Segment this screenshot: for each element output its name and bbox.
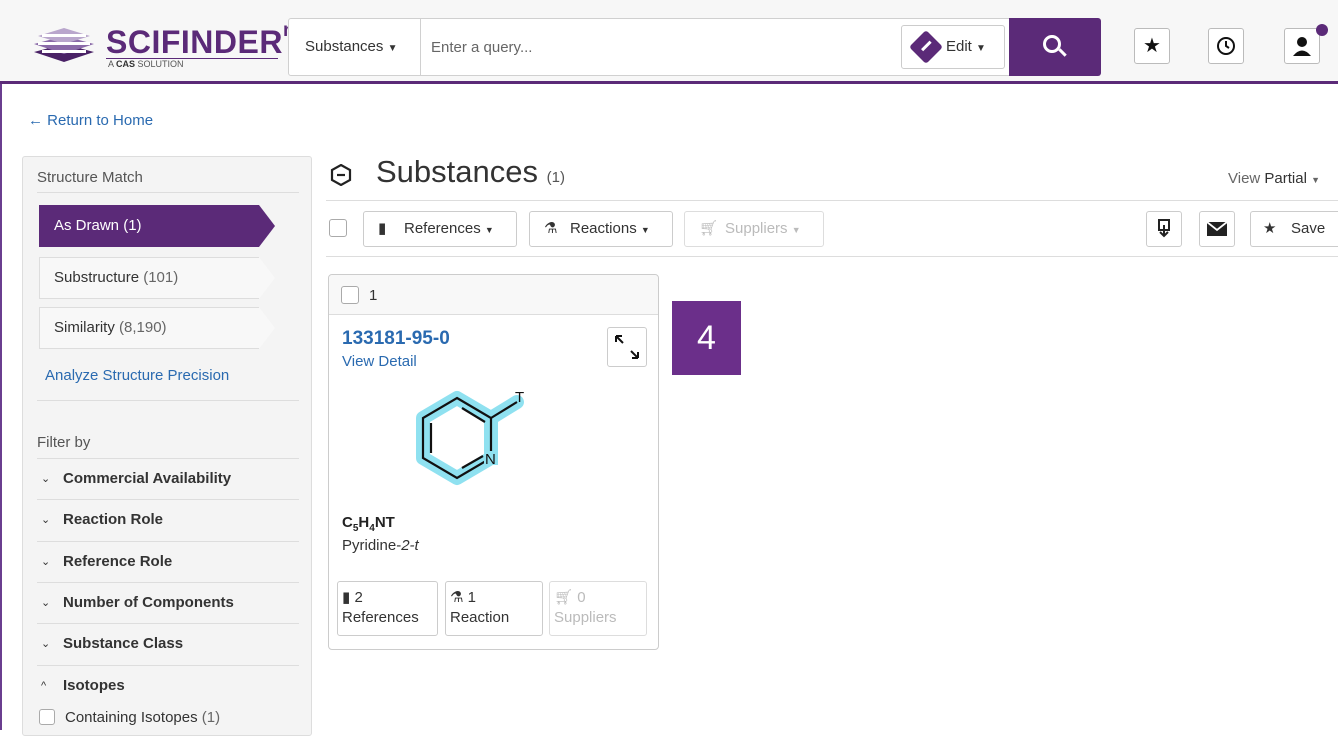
favorites-button[interactable]: ★ — [1134, 28, 1170, 64]
references-count-button[interactable]: ▮ 2 References — [337, 581, 438, 636]
download-icon — [1158, 219, 1170, 238]
chevron-down-icon: ⌄ — [41, 556, 51, 568]
notification-dot — [1316, 24, 1328, 36]
envelope-icon — [1206, 221, 1228, 236]
flask-icon: ⚗ — [544, 220, 558, 237]
logo-tagline: A CAS SOLUTION — [108, 59, 184, 69]
substance-select-checkbox[interactable] — [341, 286, 359, 304]
cart-icon: 🛒︎ — [554, 589, 574, 606]
expand-button[interactable] — [607, 327, 647, 367]
logo-wordmark: SCIFINDERn — [106, 20, 295, 60]
caret-down-icon: ▼ — [976, 43, 986, 54]
user-icon — [1293, 37, 1311, 56]
caret-down-icon: ▼ — [640, 225, 650, 235]
analyze-structure-precision-link[interactable]: Analyze Structure Precision — [45, 367, 229, 384]
filter-substance-class[interactable]: ⌄ Substance Class — [37, 623, 299, 664]
filter-reaction-role[interactable]: ⌄ Reaction Role — [37, 499, 299, 540]
download-button[interactable] — [1146, 211, 1182, 247]
result-number: 1 — [369, 287, 378, 304]
star-icon: ★ — [1143, 35, 1161, 57]
step-number-badge: 4 — [672, 301, 741, 375]
view-detail-link[interactable]: View Detail — [342, 353, 417, 370]
page-title: Substances (1) — [376, 154, 565, 189]
chevron-down-icon: ⌄ — [41, 638, 51, 650]
return-home-link[interactable]: ← Return to Home — [28, 112, 153, 129]
pencil-icon — [909, 30, 943, 64]
nitrogen-atom-label: N — [485, 451, 496, 468]
email-button[interactable] — [1199, 211, 1235, 247]
cart-icon: 🛒︎ — [699, 220, 719, 237]
reactions-button[interactable]: ⚗ Reactions ▼ — [529, 211, 673, 247]
chevron-down-icon: ⌄ — [41, 473, 51, 485]
filter-isotopes[interactable]: ^ Isotopes — [37, 665, 299, 706]
select-all-checkbox[interactable] — [329, 219, 347, 237]
caret-down-icon: ▼ — [791, 225, 801, 235]
edit-query-button[interactable]: Edit ▼ — [901, 25, 1005, 69]
view-selector[interactable]: View Partial ▼ — [1228, 170, 1320, 187]
card-header: 1 — [329, 275, 658, 315]
filter-number-of-components[interactable]: ⌄ Number of Components — [37, 582, 299, 623]
chevron-down-icon: ⌄ — [41, 597, 51, 609]
save-button[interactable]: ★ Save — [1250, 211, 1338, 247]
chevron-up-icon: ^ — [41, 680, 47, 692]
containing-isotopes-label[interactable]: Containing Isotopes (1) — [65, 709, 220, 726]
search-button[interactable] — [1009, 18, 1101, 76]
filter-sidebar: Structure Match As Drawn (1) Substructur… — [22, 156, 312, 736]
star-icon: ★ — [1263, 220, 1277, 237]
app-header: SCIFINDERn A CAS SOLUTION Substances ▼ E… — [0, 0, 1338, 84]
history-button[interactable] — [1208, 28, 1244, 64]
substance-card: 1 133181-95-0 View Detail N T C5H4NT Pyr… — [328, 274, 659, 650]
match-similarity[interactable]: Similarity (8,190) — [39, 307, 275, 349]
expand-icon — [615, 335, 639, 359]
scifinder-logo[interactable]: SCIFINDERn A CAS SOLUTION — [28, 20, 295, 72]
caret-down-icon: ▼ — [387, 43, 398, 54]
search-type-dropdown[interactable]: Substances ▼ — [289, 19, 421, 75]
suppliers-count-button[interactable]: 🛒︎ 0 Suppliers — [549, 581, 647, 636]
structure-match-title: Structure Match — [37, 169, 143, 186]
tritium-atom-label: T — [515, 389, 524, 406]
chemical-structure[interactable]: N T — [409, 380, 579, 505]
substance-hexagon-icon — [330, 164, 352, 186]
book-icon: ▮ — [342, 589, 351, 606]
suppliers-button[interactable]: 🛒︎ Suppliers ▼ — [684, 211, 824, 247]
search-input[interactable] — [431, 33, 891, 61]
substance-name: Pyridine-2-t — [342, 537, 419, 554]
clock-icon — [1217, 37, 1235, 55]
scifinder-logo-icon — [34, 28, 94, 62]
search-bar: Substances ▼ Edit ▼ — [288, 18, 1101, 76]
filter-by-title: Filter by — [37, 434, 91, 451]
filter-commercial-availability[interactable]: ⌄ Commercial Availability — [37, 458, 299, 499]
caret-down-icon: ▼ — [1311, 175, 1321, 185]
book-icon: ▮ — [378, 220, 387, 237]
chevron-down-icon: ⌄ — [41, 514, 51, 526]
containing-isotopes-checkbox[interactable] — [39, 709, 55, 725]
flask-icon: ⚗ — [450, 589, 464, 606]
reactions-count-button[interactable]: ⚗ 1 Reaction — [445, 581, 543, 636]
filter-reference-role[interactable]: ⌄ Reference Role — [37, 541, 299, 582]
cas-registry-number[interactable]: 133181-95-0 — [342, 328, 450, 350]
references-button[interactable]: ▮ References ▼ — [363, 211, 517, 247]
match-substructure[interactable]: Substructure (101) — [39, 257, 275, 299]
user-account-button[interactable] — [1284, 28, 1320, 64]
match-as-drawn[interactable]: As Drawn (1) — [39, 205, 275, 247]
molecular-formula: C5H4NT — [342, 514, 395, 534]
caret-down-icon: ▼ — [484, 225, 494, 235]
